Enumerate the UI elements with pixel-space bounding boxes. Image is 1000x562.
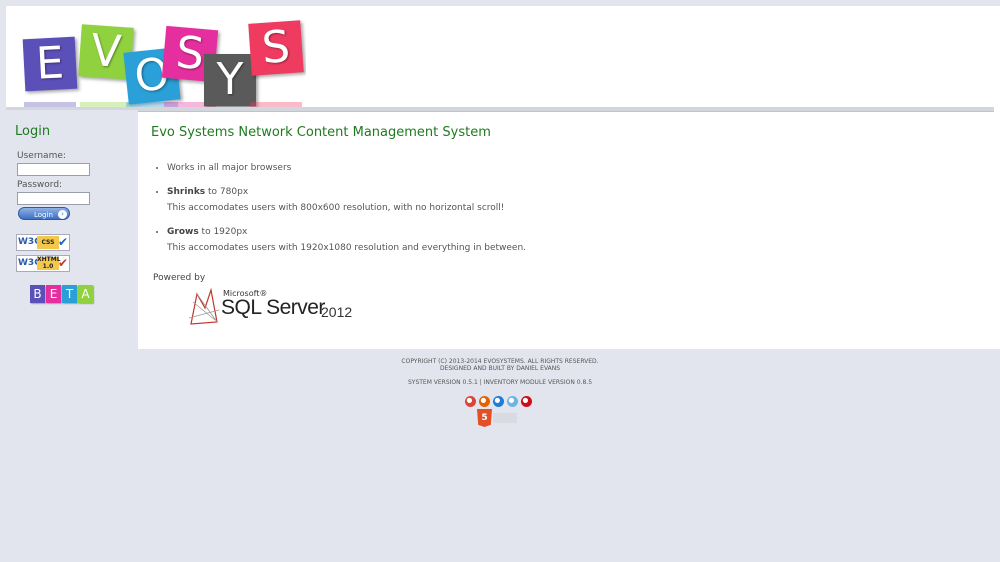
powered-by-label: Powered by: [153, 273, 206, 283]
beta-letter-tile: E: [46, 285, 61, 303]
sql-server-icon: [188, 288, 220, 325]
version-text: SYSTEM VERSION 0.5.1 | INVENTORY MODULE …: [407, 379, 593, 386]
page-title: Evo Systems Network Content Management S…: [151, 125, 491, 140]
html5-icon[interactable]: 5: [477, 409, 492, 427]
feature-text: to 780px: [205, 187, 249, 197]
sql-server-logo: Microsoft® SQL Server 2012: [187, 288, 367, 328]
firefox-icon[interactable]: [479, 396, 490, 407]
feature-subtext: This accomodates users with 800x600 reso…: [167, 203, 505, 213]
sql-server-name: SQL Server: [221, 296, 325, 319]
opera-icon[interactable]: [521, 396, 532, 407]
chrome-icon[interactable]: [465, 396, 476, 407]
feature-list: Works in all major browsers Shrinks to 78…: [151, 161, 526, 265]
w3c-xhtml-badge[interactable]: W3C XHTML 1.0 ✔: [16, 255, 70, 272]
beta-letter-tile: A: [78, 285, 93, 303]
sidebar: Login Username: Password: Login › W3C CSS…: [6, 110, 138, 349]
username-label: Username:: [17, 151, 66, 161]
login-button-label: Login: [34, 211, 53, 219]
feature-text: to 1920px: [198, 227, 248, 237]
checkmark-icon: ✔: [57, 235, 68, 249]
checkmark-icon: ✔: [57, 256, 68, 270]
password-label: Password:: [17, 180, 63, 190]
ie-icon[interactable]: [493, 396, 504, 407]
main-content: Evo Systems Network Content Management S…: [138, 110, 1000, 349]
beta-letter-tile: T: [62, 285, 77, 303]
browser-icons: [465, 396, 535, 408]
w3c-css-badge[interactable]: W3C CSS ✔: [16, 234, 70, 251]
credit-text: DESIGNED AND BUILT BY DANIEL EVANS: [439, 365, 561, 372]
feature-item: Works in all major browsers: [167, 161, 526, 176]
sql-server-year: 2012: [321, 304, 353, 320]
safari-icon[interactable]: [507, 396, 518, 407]
badge-kind: CSS: [37, 236, 59, 249]
username-input[interactable]: [17, 163, 90, 176]
feature-text: Works in all major browsers: [167, 163, 292, 173]
arrow-right-icon: ›: [58, 210, 67, 219]
login-button[interactable]: Login ›: [18, 207, 70, 220]
feature-bold: Shrinks: [167, 187, 206, 197]
feature-bold: Grows: [167, 227, 199, 237]
copyright-text: COPYRIGHT (C) 2013-2014 EVOSYSTEMS. ALL …: [401, 358, 599, 365]
logo-letter-tile: Y: [204, 54, 256, 106]
logo-letter-tile: E: [22, 36, 78, 92]
page-container: EVOSYS Login Username: Password: Login › …: [6, 6, 1000, 349]
beta-logo: BETA: [30, 285, 94, 304]
password-input[interactable]: [17, 192, 90, 205]
logo-letter-tile: S: [248, 20, 304, 76]
badge-kind: XHTML 1.0: [37, 256, 61, 270]
feature-subtext: This accomodates users with 1920x1080 re…: [167, 243, 527, 253]
feature-item: Grows to 1920px This accomodates users wi…: [167, 225, 526, 256]
html5-extras-icon: [493, 413, 517, 423]
evosys-logo[interactable]: EVOSYS: [14, 18, 306, 110]
feature-item: Shrinks to 780px This accomodates users w…: [167, 185, 526, 216]
header: EVOSYS: [6, 6, 1000, 112]
login-title: Login: [15, 124, 51, 139]
beta-letter-tile: B: [30, 285, 45, 303]
